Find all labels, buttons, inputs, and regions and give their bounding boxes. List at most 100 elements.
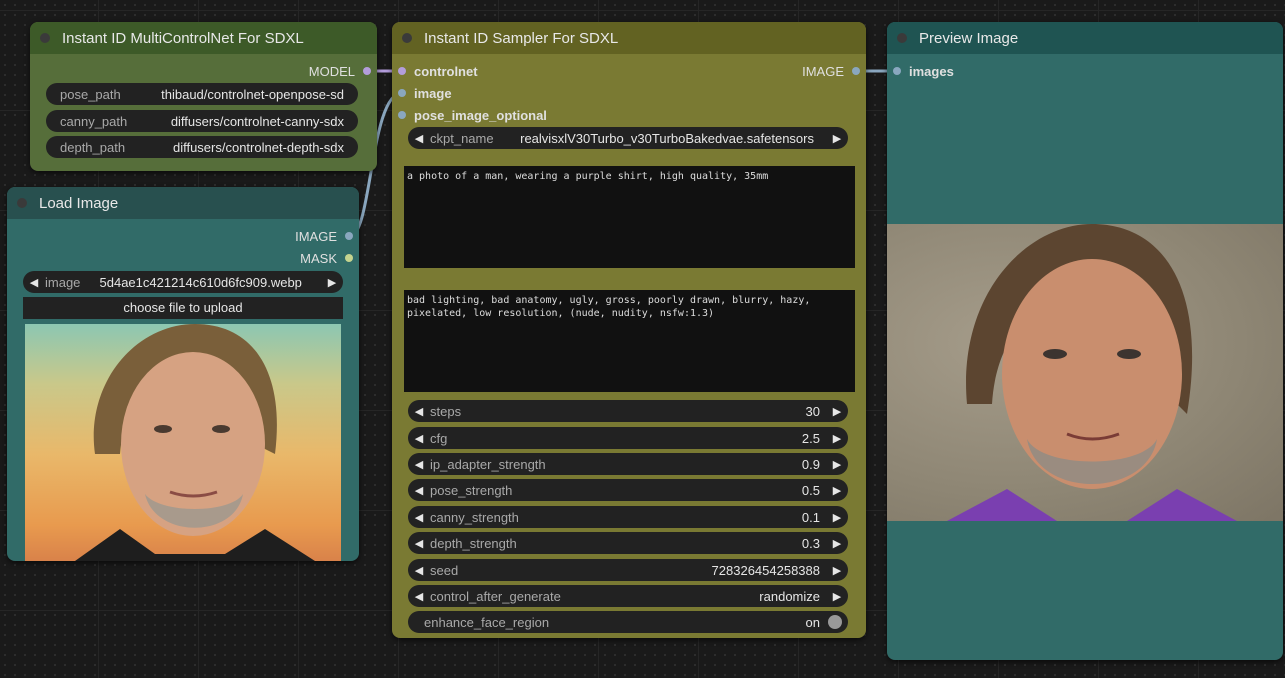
portrait-photo-icon — [75, 324, 315, 561]
input-controlnet-slot[interactable]: controlnet — [398, 62, 478, 80]
collapse-dot-icon[interactable] — [897, 33, 907, 43]
arrow-right-icon[interactable]: ▶ — [826, 484, 848, 497]
depth-strength-widget[interactable]: ◀ depth_strength 0.3 ▶ — [408, 532, 848, 554]
widget-name: enhance_face_region — [424, 614, 550, 630]
widget-value: 2.5 — [801, 430, 820, 446]
widget-value: 0.1 — [801, 509, 820, 525]
node-title: Preview Image — [919, 29, 1019, 47]
toggle-knob-icon[interactable] — [828, 615, 842, 629]
input-pose-image-slot[interactable]: pose_image_optional — [398, 106, 547, 124]
output-dot-icon[interactable] — [363, 67, 371, 75]
input-dot-icon[interactable] — [398, 89, 406, 97]
node-title: Instant ID Sampler For SDXL — [424, 29, 619, 47]
negative-prompt-textarea[interactable]: bad lighting, bad anatomy, ugly, gross, … — [404, 290, 855, 392]
widget-name: depth_path — [60, 139, 126, 155]
arrow-left-icon[interactable]: ◀ — [408, 432, 430, 445]
pose-path-widget[interactable]: pose_path thibaud/controlnet-openpose-sd — [46, 83, 358, 105]
widget-value: 30 — [805, 403, 820, 419]
widget-value: 728326454258388 — [711, 562, 820, 578]
arrow-left-icon[interactable]: ◀ — [408, 458, 430, 471]
input-image-slot[interactable]: image — [398, 84, 452, 102]
slot-label: MODEL — [308, 63, 355, 79]
widget-name: image — [45, 274, 81, 290]
slot-label: IMAGE — [802, 63, 844, 79]
image-combo-widget[interactable]: ◀ image 5d4ae1c421214c610d6fc909.webp ▶ — [23, 271, 343, 293]
arrow-left-icon[interactable]: ◀ — [408, 132, 430, 145]
arrow-left-icon[interactable]: ◀ — [408, 564, 430, 577]
steps-widget[interactable]: ◀ steps 30 ▶ — [408, 400, 848, 422]
slot-label: image — [414, 85, 452, 101]
canny-strength-widget[interactable]: ◀ canny_strength 0.1 ▶ — [408, 506, 848, 528]
portrait-photo-icon — [947, 224, 1237, 521]
slot-label: controlnet — [414, 63, 478, 79]
widget-name: steps — [430, 403, 462, 419]
node-title: Instant ID MultiControlNet For SDXL — [62, 29, 304, 47]
cfg-widget[interactable]: ◀ cfg 2.5 ▶ — [408, 427, 848, 449]
output-image-slot[interactable]: IMAGE — [295, 227, 353, 245]
widget-value: diffusers/controlnet-depth-sdx — [172, 139, 344, 155]
arrow-right-icon[interactable]: ▶ — [321, 276, 343, 289]
widget-name: canny_strength — [430, 509, 519, 525]
arrow-right-icon[interactable]: ▶ — [826, 564, 848, 577]
arrow-left-icon[interactable]: ◀ — [408, 537, 430, 550]
output-image-slot[interactable]: IMAGE — [802, 62, 860, 80]
arrow-right-icon[interactable]: ▶ — [826, 405, 848, 418]
widget-name: pose_path — [60, 86, 121, 102]
input-dot-icon[interactable] — [398, 111, 406, 119]
control-after-generate-widget[interactable]: ◀ control_after_generate randomize ▶ — [408, 585, 848, 607]
upload-button[interactable]: choose file to upload — [23, 297, 343, 319]
node-header[interactable]: Preview Image — [887, 22, 1283, 54]
node-header[interactable]: Instant ID Sampler For SDXL — [392, 22, 866, 54]
input-images-slot[interactable]: images — [893, 62, 954, 80]
canny-path-widget[interactable]: canny_path diffusers/controlnet-canny-sd… — [46, 110, 358, 132]
widget-name: seed — [430, 562, 459, 578]
load-image-node[interactable]: Load Image IMAGE MASK ◀ image 5d4ae1c421… — [7, 187, 359, 561]
arrow-right-icon[interactable]: ▶ — [826, 458, 848, 471]
arrow-left-icon[interactable]: ◀ — [408, 405, 430, 418]
depth-path-widget[interactable]: depth_path diffusers/controlnet-depth-sd… — [46, 136, 358, 158]
arrow-left-icon[interactable]: ◀ — [408, 511, 430, 524]
widget-name: pose_strength — [430, 482, 513, 498]
input-dot-icon[interactable] — [893, 67, 901, 75]
arrow-left-icon[interactable]: ◀ — [408, 484, 430, 497]
widget-name: ckpt_name — [430, 130, 494, 146]
input-image-preview — [25, 324, 341, 561]
seed-widget[interactable]: ◀ seed 728326454258388 ▶ — [408, 559, 848, 581]
widget-value: realvisxlV30Turbo_v30TurboBakedvae.safet… — [520, 130, 814, 146]
arrow-right-icon[interactable]: ▶ — [826, 132, 848, 145]
ckpt-name-combo[interactable]: ◀ ckpt_name realvisxlV30Turbo_v30TurboBa… — [408, 127, 848, 149]
output-model-slot[interactable]: MODEL — [309, 62, 371, 80]
output-dot-icon[interactable] — [345, 254, 353, 262]
widget-name: depth_strength — [430, 535, 517, 551]
collapse-dot-icon[interactable] — [402, 33, 412, 43]
arrow-right-icon[interactable]: ▶ — [826, 590, 848, 603]
pose-strength-widget[interactable]: ◀ pose_strength 0.5 ▶ — [408, 479, 848, 501]
input-dot-icon[interactable] — [398, 67, 406, 75]
arrow-right-icon[interactable]: ▶ — [826, 511, 848, 524]
enhance-face-region-toggle[interactable]: enhance_face_region on — [408, 611, 848, 633]
toggle-value: on — [805, 614, 820, 630]
positive-prompt-textarea[interactable]: a photo of a man, wearing a purple shirt… — [404, 166, 855, 268]
output-dot-icon[interactable] — [345, 232, 353, 240]
ip-adapter-strength-widget[interactable]: ◀ ip_adapter_strength 0.9 ▶ — [408, 453, 848, 475]
arrow-left-icon[interactable]: ◀ — [408, 590, 430, 603]
arrow-left-icon[interactable]: ◀ — [23, 276, 45, 289]
widget-name: cfg — [430, 430, 448, 446]
arrow-right-icon[interactable]: ▶ — [826, 537, 848, 550]
output-mask-slot[interactable]: MASK — [300, 249, 353, 267]
node-header[interactable]: Load Image — [7, 187, 359, 219]
preview-image-node[interactable]: Preview Image images — [887, 22, 1283, 660]
slot-label: images — [909, 63, 954, 79]
sampler-node[interactable]: Instant ID Sampler For SDXL controlnet i… — [392, 22, 866, 638]
widget-value: 0.5 — [801, 482, 820, 498]
left-eye — [1043, 349, 1067, 359]
node-header[interactable]: Instant ID MultiControlNet For SDXL — [30, 22, 377, 54]
right-eye — [1117, 349, 1141, 359]
arrow-right-icon[interactable]: ▶ — [826, 432, 848, 445]
multicontrolnet-node[interactable]: Instant ID MultiControlNet For SDXL MODE… — [30, 22, 377, 171]
face-shape — [121, 352, 265, 536]
widget-value: thibaud/controlnet-openpose-sd — [161, 86, 344, 102]
collapse-dot-icon[interactable] — [40, 33, 50, 43]
output-dot-icon[interactable] — [852, 67, 860, 75]
collapse-dot-icon[interactable] — [17, 198, 27, 208]
